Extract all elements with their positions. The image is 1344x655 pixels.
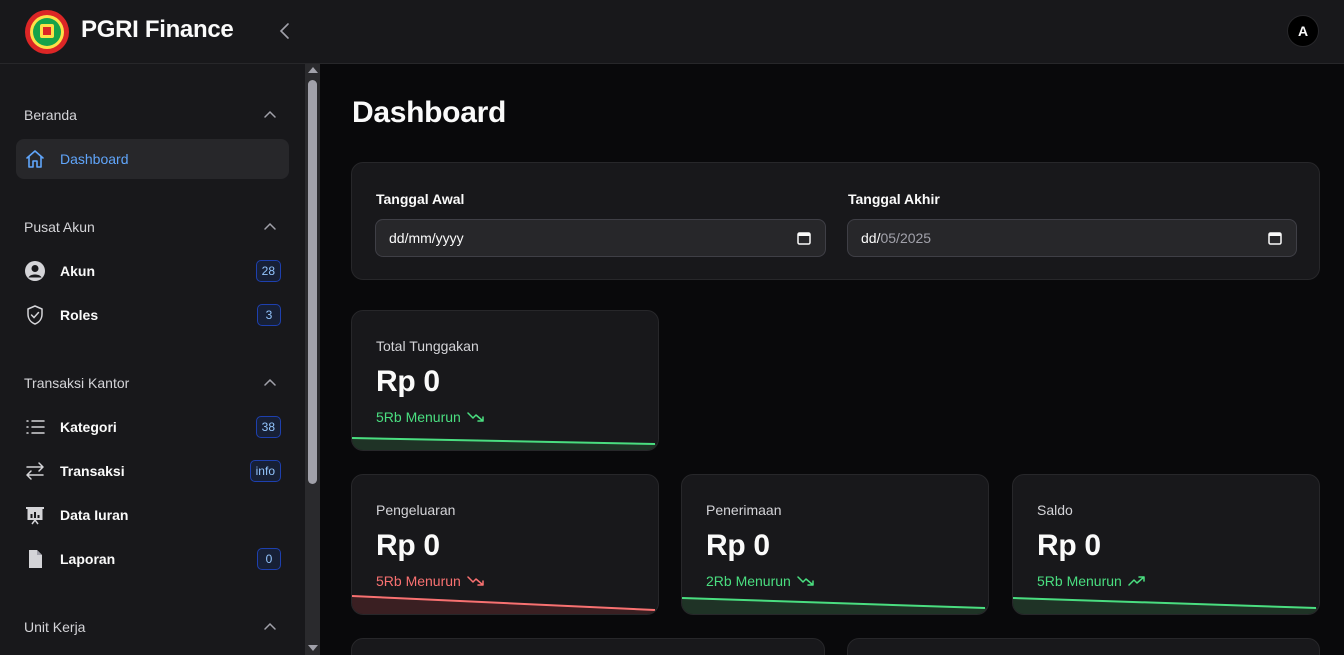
stat-label: Total Tunggakan <box>376 338 479 354</box>
end-date-month: 05/ <box>880 230 900 246</box>
sidebar-item-label: Data Iuran <box>60 507 129 523</box>
stat-label: Penerimaan <box>706 502 782 518</box>
sidebar-item-label: Roles <box>60 307 99 323</box>
count-badge: 28 <box>255 260 281 282</box>
sparkline <box>682 597 988 614</box>
top-bar: PGRI Finance A <box>0 0 1344 64</box>
list-icon <box>24 416 46 438</box>
group-title-transaksi-kantor: Transaksi Kantor <box>24 375 130 391</box>
chevron-up-icon[interactable] <box>262 219 278 235</box>
sparkline <box>352 595 658 614</box>
end-date-input[interactable]: dd/05/2025 <box>847 219 1297 257</box>
chevron-up-icon[interactable] <box>262 375 278 391</box>
stat-card-saldo: Saldo Rp 0 5Rb Menurun <box>1012 474 1320 615</box>
chart-card <box>847 638 1320 655</box>
calendar-icon[interactable] <box>797 231 811 245</box>
app-title: PGRI Finance <box>81 16 234 43</box>
chart-card <box>351 638 825 655</box>
stat-card-penerimaan: Penerimaan Rp 0 2Rb Menurun <box>681 474 989 615</box>
home-icon <box>24 148 46 170</box>
sidebar-item-label: Laporan <box>60 551 116 567</box>
scroll-up-arrow[interactable] <box>308 67 318 73</box>
sidebar-item-data-iuran[interactable]: Data Iuran <box>16 495 289 535</box>
arrows-exchange-icon <box>24 460 46 482</box>
user-circle-icon <box>24 260 46 282</box>
presentation-chart-icon <box>24 504 46 526</box>
stat-value: Rp 0 <box>706 529 770 562</box>
sidebar-scrollbar[interactable] <box>305 64 320 655</box>
count-badge: 0 <box>257 548 281 570</box>
sidebar-item-label: Dashboard <box>60 151 129 167</box>
sidebar-item-kategori[interactable]: Kategori 38 <box>16 407 289 447</box>
trending-down-icon <box>467 576 484 586</box>
stat-trend: 5Rb Menurun <box>376 409 485 425</box>
group-title-beranda: Beranda <box>24 107 77 123</box>
count-badge: 3 <box>257 304 281 326</box>
start-date-input[interactable]: dd/mm/yyyy <box>375 219 826 257</box>
chevron-up-icon[interactable] <box>262 107 278 123</box>
group-title-pusat-akun: Pusat Akun <box>24 219 95 235</box>
sidebar-item-label: Kategori <box>60 419 117 435</box>
stat-card-pengeluaran: Pengeluaran Rp 0 5Rb Menurun <box>351 474 659 615</box>
stat-value: Rp 0 <box>376 529 440 562</box>
stat-trend-text: 5Rb Menurun <box>376 409 461 425</box>
pgri-logo[interactable] <box>24 9 70 55</box>
stat-card-total-tunggakan: Total Tunggakan Rp 0 5Rb Menurun <box>351 310 659 451</box>
stat-trend-text: 5Rb Menurun <box>1037 573 1122 589</box>
sidebar-item-transaksi[interactable]: Transaksi info <box>16 451 289 491</box>
start-date-value: dd/mm/yyyy <box>389 230 464 246</box>
end-date-year: 2025 <box>899 230 932 246</box>
sparkline <box>1013 597 1319 614</box>
trending-down-icon <box>467 412 484 422</box>
user-avatar[interactable]: A <box>1287 15 1319 47</box>
group-title-unit-kerja: Unit Kerja <box>24 619 86 635</box>
stat-trend-text: 2Rb Menurun <box>706 573 791 589</box>
end-date-day: dd/ <box>861 230 881 246</box>
stat-trend: 2Rb Menurun <box>706 573 815 589</box>
scroll-down-arrow[interactable] <box>308 645 318 651</box>
sidebar-item-akun[interactable]: Akun 28 <box>16 251 289 291</box>
collapse-sidebar-button[interactable] <box>272 18 298 44</box>
count-badge: 38 <box>255 416 281 438</box>
stat-trend: 5Rb Menurun <box>376 573 485 589</box>
sidebar-item-laporan[interactable]: Laporan 0 <box>16 539 289 579</box>
sparkline <box>352 437 658 450</box>
calendar-icon[interactable] <box>1268 231 1282 245</box>
info-badge: info <box>249 460 281 482</box>
sidebar-item-label: Akun <box>60 263 95 279</box>
scrollbar-thumb[interactable] <box>308 80 317 484</box>
stat-trend-text: 5Rb Menurun <box>376 573 461 589</box>
sidebar: Beranda Dashboard Pusat Akun Akun 28 Rol… <box>0 64 305 655</box>
sidebar-item-label: Transaksi <box>60 463 125 479</box>
page-title: Dashboard <box>352 96 506 129</box>
document-icon <box>24 548 46 570</box>
sidebar-item-roles[interactable]: Roles 3 <box>16 295 289 335</box>
date-filter-card: Tanggal Awal dd/mm/yyyy Tanggal Akhir dd… <box>351 162 1320 280</box>
stat-value: Rp 0 <box>376 365 440 398</box>
stat-label: Pengeluaran <box>376 502 456 518</box>
end-date-label: Tanggal Akhir <box>848 191 940 207</box>
sidebar-item-dashboard[interactable]: Dashboard <box>16 139 289 179</box>
stat-value: Rp 0 <box>1037 529 1101 562</box>
shield-check-icon <box>24 304 46 326</box>
trending-down-icon <box>797 576 814 586</box>
chevron-up-icon[interactable] <box>262 619 278 635</box>
chevron-left-icon <box>279 23 289 39</box>
stat-label: Saldo <box>1037 502 1073 518</box>
stat-trend: 5Rb Menurun <box>1037 573 1146 589</box>
trending-up-icon <box>1128 576 1145 586</box>
start-date-label: Tanggal Awal <box>376 191 465 207</box>
